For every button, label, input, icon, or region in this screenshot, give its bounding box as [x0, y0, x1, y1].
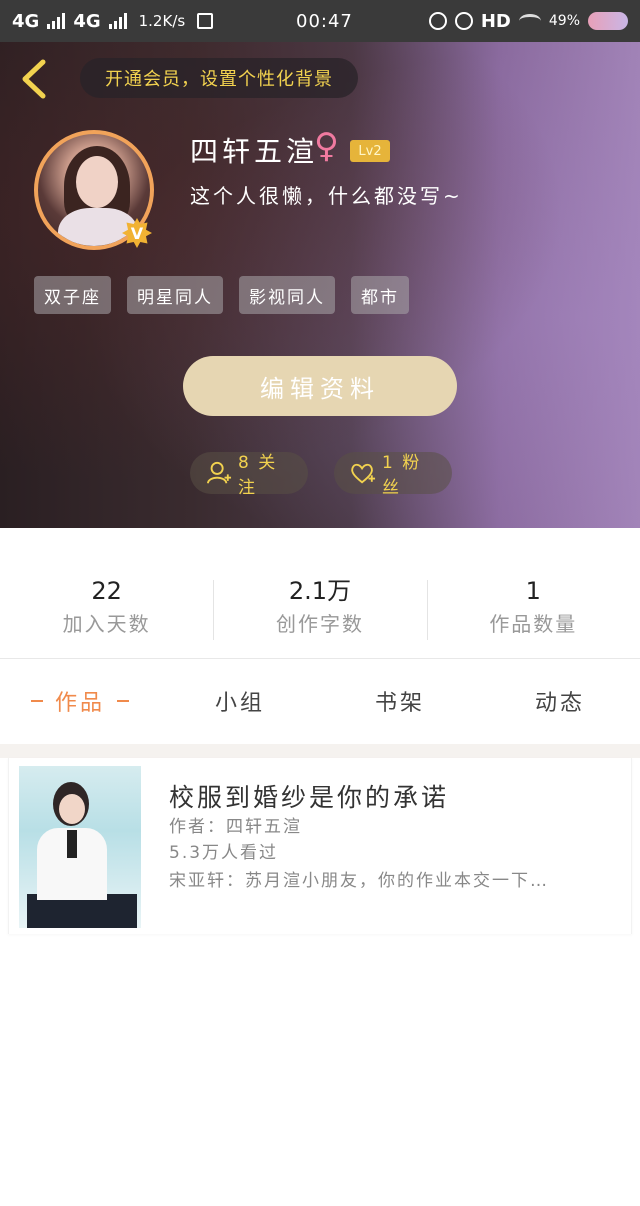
tab-indicator	[30, 700, 43, 702]
stat-label: 创作字数	[275, 612, 364, 636]
wifi-icon	[518, 14, 541, 28]
tab-label: 书架	[374, 691, 425, 716]
verified-badge: V	[122, 218, 152, 248]
book-cover[interactable]	[19, 766, 141, 928]
signal-icon	[47, 13, 66, 29]
signal-icon	[108, 13, 127, 29]
work-excerpt: 宋亚轩：苏月渲小朋友，你的作业本交一下…	[169, 871, 549, 891]
female-icon: ♀	[314, 126, 339, 166]
profile-tabs: 作品 小组 书架 动态	[0, 672, 640, 730]
clock: 00:47	[296, 10, 353, 32]
hd-label: HD	[480, 10, 511, 32]
tag-list: 双子座 明星同人 影视同人 都市	[34, 276, 409, 314]
stat-value: 2.1万	[288, 577, 352, 605]
tab-works[interactable]: 作品	[0, 672, 160, 730]
battery-level: 49%	[548, 13, 580, 29]
user-bio: 这个人很懒，什么都没写~	[190, 184, 463, 208]
tab-groups[interactable]: 小组	[160, 672, 320, 730]
profile-header: 4G 4G 1.2K/s 00:47 HD 49% 开通会员，设置个性化背景 V…	[0, 0, 640, 528]
back-button[interactable]	[16, 56, 52, 102]
alarm-icon	[428, 12, 447, 30]
tab-label: 作品	[54, 691, 105, 716]
tag-item[interactable]: 双子座	[34, 276, 111, 314]
network-label-2: 4G	[73, 10, 101, 32]
section-gap	[0, 744, 640, 758]
work-title[interactable]: 校服到婚纱是你的承诺	[169, 778, 449, 814]
stat-value: 1	[525, 577, 541, 605]
tag-item[interactable]: 都市	[351, 276, 409, 314]
stat-label: 作品数量	[489, 612, 578, 636]
divider	[0, 658, 640, 659]
status-bar: 4G 4G 1.2K/s 00:47 HD 49%	[0, 0, 640, 42]
chevron-left-icon	[22, 59, 46, 99]
work-views: 5.3万人看过	[169, 843, 279, 863]
stats-bar: 22 加入天数 2.1万 创作字数 1 作品数量	[0, 574, 640, 654]
mute-icon	[454, 12, 473, 30]
fans-button[interactable]: 1 粉丝	[334, 452, 452, 498]
stat-works-count: 1 作品数量	[426, 574, 640, 654]
following-count: 8 关注	[237, 453, 278, 498]
stat-word-count: 2.1万 创作字数	[213, 574, 426, 654]
decor-sticker-icon	[588, 12, 628, 30]
edit-profile-button[interactable]: 编辑资料	[183, 356, 457, 416]
fans-count: 1 粉丝	[381, 453, 422, 498]
add-user-icon	[206, 461, 232, 484]
level-badge: Lv2	[350, 140, 390, 162]
work-author: 作者：四轩五渲	[169, 817, 302, 837]
tag-item[interactable]: 影视同人	[239, 276, 335, 314]
work-card[interactable]: 校服到婚纱是你的承诺 作者：四轩五渲 5.3万人看过 宋亚轩：苏月渲小朋友，你的…	[8, 758, 632, 934]
vip-background-banner[interactable]: 开通会员，设置个性化背景	[80, 58, 358, 98]
username: 四轩五渲	[190, 135, 319, 168]
stat-label: 加入天数	[62, 612, 151, 636]
tab-bookshelf[interactable]: 书架	[320, 672, 480, 730]
tag-item[interactable]: 明星同人	[127, 276, 223, 314]
network-speed: 1.2K/s	[138, 12, 186, 30]
tab-label: 动态	[534, 691, 585, 716]
heart-plus-icon	[351, 463, 376, 484]
tab-label: 小组	[214, 691, 265, 716]
tab-indicator	[117, 700, 129, 702]
screenshot-icon	[197, 13, 214, 29]
stat-value: 22	[91, 577, 122, 605]
stat-join-days: 22 加入天数	[0, 574, 213, 654]
following-button[interactable]: 8 关注	[190, 452, 308, 498]
network-label: 4G	[12, 10, 40, 32]
tab-activity[interactable]: 动态	[480, 672, 640, 730]
